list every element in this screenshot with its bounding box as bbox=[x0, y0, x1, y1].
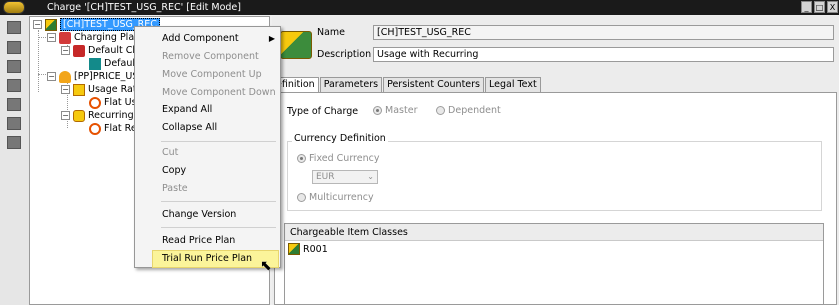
tree-node-recurring-rate[interactable]: − Recurring R bbox=[61, 109, 143, 122]
menu-item-label: Add Component bbox=[162, 33, 239, 44]
tree-guide bbox=[38, 30, 39, 92]
tree-node-default[interactable]: Default bbox=[89, 57, 139, 70]
tab-persistent-counters[interactable]: Persistent Counters bbox=[383, 77, 484, 92]
price-plan-icon bbox=[59, 70, 71, 83]
radio-unselected-icon bbox=[436, 106, 445, 115]
toolbar-button-icon[interactable] bbox=[7, 98, 21, 111]
collapse-icon[interactable]: − bbox=[47, 72, 56, 81]
name-field[interactable]: [CH]TEST_USG_REC bbox=[373, 25, 834, 40]
collapse-icon[interactable]: − bbox=[47, 33, 56, 42]
window-title: Charge '[CH]TEST_USG_REC' [Edit Mode] bbox=[47, 2, 241, 13]
currency-value: EUR bbox=[316, 172, 335, 182]
detail-tabs: efinition Parameters Persistent Counters… bbox=[272, 77, 542, 92]
toolbar-button-icon[interactable] bbox=[7, 79, 21, 92]
mouse-cursor-icon: ⬉ bbox=[260, 258, 272, 274]
vertical-toolbar bbox=[0, 15, 29, 305]
recurring-rate-icon bbox=[73, 109, 85, 122]
detail-panel: Name [CH]TEST_USG_REC Description Usage … bbox=[272, 16, 839, 305]
menu-item-paste[interactable]: Paste bbox=[136, 180, 279, 198]
tree-node-label: Charging Plan bbox=[74, 32, 141, 43]
fixed-currency-radio[interactable]: Fixed Currency bbox=[297, 153, 379, 164]
usage-rate-icon bbox=[73, 83, 85, 96]
tree-node-default-charge[interactable]: − Default Cha bbox=[61, 44, 144, 57]
window-controls: _ □ X bbox=[801, 1, 838, 13]
charge-large-icon bbox=[280, 31, 312, 59]
currency-definition-title: Currency Definition bbox=[292, 133, 388, 144]
chargeable-item-classes: Chargeable Item Classes R001 bbox=[284, 223, 824, 305]
collapse-icon[interactable]: − bbox=[33, 20, 42, 29]
flat-icon bbox=[89, 96, 101, 109]
master-radio[interactable]: Master bbox=[373, 105, 417, 116]
title-bar: Charge '[CH]TEST_USG_REC' [Edit Mode] _ … bbox=[0, 0, 839, 15]
radio-unselected-icon bbox=[297, 193, 306, 202]
maximize-button[interactable]: □ bbox=[814, 1, 825, 13]
toolbar-button-icon[interactable] bbox=[7, 136, 21, 149]
submenu-arrow-icon: ▶ bbox=[268, 34, 275, 43]
charging-plan-icon bbox=[59, 31, 71, 44]
menu-item-read-price-plan[interactable]: Read Price Plan bbox=[136, 232, 279, 250]
context-menu: Add Component ▶ Remove Component Move Co… bbox=[134, 26, 281, 268]
menu-separator bbox=[161, 227, 276, 228]
menu-item-move-component-up[interactable]: Move Component Up bbox=[136, 66, 279, 84]
fixed-currency-label: Fixed Currency bbox=[309, 153, 380, 164]
menu-item-cut[interactable]: Cut bbox=[136, 144, 279, 162]
flat-icon bbox=[89, 122, 101, 135]
charge-icon bbox=[45, 18, 57, 31]
menu-item-expand-all[interactable]: Expand All bbox=[136, 101, 279, 119]
chevron-down-icon: ⌄ bbox=[367, 172, 374, 181]
item-class-icon bbox=[288, 243, 300, 255]
dependent-radio[interactable]: Dependent bbox=[436, 105, 501, 116]
collapse-icon[interactable]: − bbox=[61, 111, 70, 120]
tab-legal-text[interactable]: Legal Text bbox=[485, 77, 541, 92]
default-item-icon bbox=[89, 57, 101, 70]
tab-parameters[interactable]: Parameters bbox=[319, 77, 383, 92]
tree-node-charging-plan[interactable]: − Charging Plan bbox=[47, 31, 140, 44]
toolbar-button-icon[interactable] bbox=[7, 117, 21, 130]
description-label: Description bbox=[317, 49, 372, 60]
menu-item-copy[interactable]: Copy bbox=[136, 162, 279, 180]
radio-selected-icon bbox=[297, 154, 306, 163]
menu-separator bbox=[161, 141, 276, 142]
radio-selected-icon bbox=[373, 106, 382, 115]
menu-item-move-component-down[interactable]: Move Component Down bbox=[136, 84, 279, 102]
tree-node-price-plan[interactable]: − [PP]PRICE_USG bbox=[47, 70, 146, 83]
type-of-charge-label: Type of Charge bbox=[287, 106, 359, 117]
multicurrency-label: Multicurrency bbox=[309, 192, 374, 203]
collapse-icon[interactable]: − bbox=[61, 85, 70, 94]
close-button[interactable]: X bbox=[827, 1, 838, 13]
list-item-label: R001 bbox=[303, 243, 328, 255]
multicurrency-radio[interactable]: Multicurrency bbox=[297, 192, 374, 203]
menu-separator bbox=[161, 201, 276, 202]
collapse-icon[interactable]: − bbox=[61, 46, 70, 55]
currency-select[interactable]: EUR ⌄ bbox=[312, 170, 378, 184]
description-field[interactable]: Usage with Recurring bbox=[373, 47, 834, 62]
menu-item-add-component[interactable]: Add Component ▶ bbox=[136, 30, 279, 48]
minimize-button[interactable]: _ bbox=[801, 1, 812, 13]
default-charge-icon bbox=[73, 44, 85, 57]
app-icon bbox=[3, 1, 25, 14]
toolbar-button-icon[interactable] bbox=[7, 41, 21, 54]
master-label: Master bbox=[385, 105, 418, 116]
toolbar-button-icon[interactable] bbox=[7, 21, 21, 34]
toolbar-button-icon[interactable] bbox=[7, 60, 21, 73]
menu-item-collapse-all[interactable]: Collapse All bbox=[136, 119, 279, 137]
list-item[interactable]: R001 bbox=[285, 241, 823, 257]
list-header: Chargeable Item Classes bbox=[285, 224, 823, 241]
dependent-label: Dependent bbox=[448, 105, 501, 116]
name-label: Name bbox=[317, 27, 346, 38]
menu-item-remove-component[interactable]: Remove Component bbox=[136, 48, 279, 66]
menu-item-change-version[interactable]: Change Version bbox=[136, 206, 279, 224]
tree-node-usage-rate[interactable]: − Usage Rate bbox=[61, 83, 142, 96]
